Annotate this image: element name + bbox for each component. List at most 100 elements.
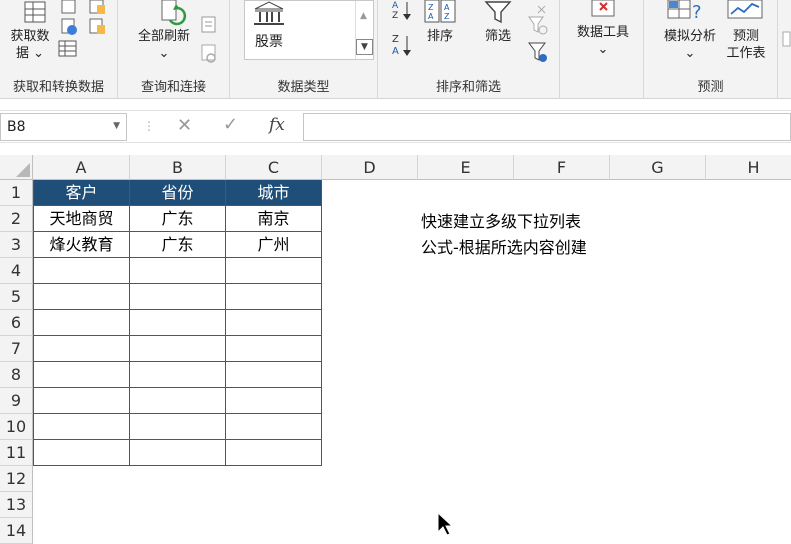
cell-c3[interactable]: 广州: [226, 232, 322, 258]
cell-c6[interactable]: [226, 310, 322, 336]
confirm-entry-icon[interactable]: ✓: [223, 114, 238, 135]
cell-a9[interactable]: [34, 388, 130, 414]
ribbon-overflow-icon[interactable]: [782, 30, 791, 50]
cell-a4[interactable]: [34, 258, 130, 284]
row-header-4[interactable]: 4: [0, 258, 33, 284]
properties-icon[interactable]: [200, 16, 218, 34]
formula-input[interactable]: [303, 113, 791, 141]
cell-c7[interactable]: [226, 336, 322, 362]
note-line-2[interactable]: 公式-根据所选内容创建: [421, 234, 587, 258]
column-header-f[interactable]: F: [514, 155, 610, 180]
data-type-gallery[interactable]: 股票 ▲ ▼: [244, 0, 374, 60]
row-header-5[interactable]: 5: [0, 284, 33, 310]
cell-a6[interactable]: [34, 310, 130, 336]
recent-sources-icon[interactable]: [88, 0, 106, 16]
row-header-12[interactable]: 12: [0, 466, 33, 492]
svg-text:A: A: [392, 1, 399, 11]
get-data-button[interactable]: 获取数 据 ⌄: [2, 28, 58, 62]
cell-b4[interactable]: [130, 258, 226, 284]
cell-b11[interactable]: [130, 440, 226, 466]
cell-a1[interactable]: 客户: [34, 180, 130, 206]
sort-button[interactable]: 排序: [420, 28, 460, 45]
from-web-icon[interactable]: [60, 18, 78, 36]
select-all-corner[interactable]: [0, 155, 33, 180]
filter-icon: [484, 0, 512, 24]
ribbon: 获取数 据 ⌄ 获取和转换数据 全部刷新 ⌄ 查询和连接 股票 ▲ ▼ 数据类型…: [0, 0, 791, 99]
filter-button[interactable]: 筛选: [478, 28, 518, 45]
refresh-all-caret: ⌄: [158, 46, 170, 61]
from-table-icon[interactable]: [58, 40, 78, 58]
cell-b7[interactable]: [130, 336, 226, 362]
cell-b3[interactable]: 广东: [130, 232, 226, 258]
row-header-8[interactable]: 8: [0, 362, 33, 388]
sort-az-icon[interactable]: AZ: [390, 0, 416, 22]
row-header-6[interactable]: 6: [0, 310, 33, 336]
existing-connections-icon[interactable]: [88, 18, 106, 36]
advanced-filter-icon[interactable]: [528, 42, 550, 64]
gallery-up-icon[interactable]: ▲: [360, 11, 367, 21]
cell-c10[interactable]: [226, 414, 322, 440]
sort-za-icon[interactable]: ZA: [390, 32, 416, 58]
edit-links-icon[interactable]: [200, 44, 218, 64]
gallery-more-icon[interactable]: ▼: [356, 39, 373, 55]
mouse-cursor-icon: [437, 511, 454, 536]
cell-a3[interactable]: 烽火教育: [34, 232, 130, 258]
formula-bar-grip-icon: ⋮: [143, 119, 155, 133]
column-header-e[interactable]: E: [418, 155, 514, 180]
data-tools-button[interactable]: 数据工具 ⌄: [568, 24, 638, 58]
column-header-b[interactable]: B: [130, 155, 226, 180]
column-header-h[interactable]: H: [706, 155, 791, 180]
cell-a5[interactable]: [34, 284, 130, 310]
name-box-dropdown-icon[interactable]: ▼: [113, 121, 120, 131]
insert-function-icon[interactable]: fx: [269, 115, 285, 135]
cell-c5[interactable]: [226, 284, 322, 310]
group-label-data-types: 数据类型: [277, 80, 330, 95]
column-header-g[interactable]: G: [610, 155, 706, 180]
cell-c2[interactable]: 南京: [226, 206, 322, 232]
cell-a11[interactable]: [34, 440, 130, 466]
cell-b5[interactable]: [130, 284, 226, 310]
cell-c8[interactable]: [226, 362, 322, 388]
cell-c1[interactable]: 城市: [226, 180, 322, 206]
row-header-7[interactable]: 7: [0, 336, 33, 362]
cell-c11[interactable]: [226, 440, 322, 466]
cell-b8[interactable]: [130, 362, 226, 388]
row-header-9[interactable]: 9: [0, 388, 33, 414]
cell-b10[interactable]: [130, 414, 226, 440]
reapply-icon[interactable]: [528, 16, 550, 36]
cell-a10[interactable]: [34, 414, 130, 440]
note-line-1[interactable]: 快速建立多级下拉列表: [421, 208, 581, 232]
column-header-c[interactable]: C: [226, 155, 322, 180]
sort-icon: ZAAZ: [424, 0, 456, 24]
cell-a7[interactable]: [34, 336, 130, 362]
cell-b6[interactable]: [130, 310, 226, 336]
name-box[interactable]: B8 ▼: [0, 113, 127, 141]
gallery-scroll[interactable]: ▲ ▼: [355, 1, 373, 59]
cancel-entry-icon[interactable]: ✕: [177, 115, 192, 136]
cell-b9[interactable]: [130, 388, 226, 414]
refresh-all-button[interactable]: 全部刷新 ⌄: [124, 28, 204, 62]
row-header-10[interactable]: 10: [0, 414, 33, 440]
svg-text:Z: Z: [428, 3, 434, 12]
column-header-a[interactable]: A: [33, 155, 130, 180]
clear-filter-icon[interactable]: [528, 0, 550, 14]
row-header-11[interactable]: 11: [0, 440, 33, 466]
column-header-d[interactable]: D: [322, 155, 418, 180]
row-header-2[interactable]: 2: [0, 206, 33, 232]
cell-c9[interactable]: [226, 388, 322, 414]
cell-b1[interactable]: 省份: [130, 180, 226, 206]
forecast-sheet-button[interactable]: 预测 工作表: [720, 28, 772, 62]
row-header-3[interactable]: 3: [0, 232, 33, 258]
row-header-1[interactable]: 1: [0, 180, 33, 206]
from-text-icon[interactable]: [60, 0, 78, 16]
row-header-14[interactable]: 14: [0, 518, 33, 544]
cell-b2[interactable]: 广东: [130, 206, 226, 232]
cell-a2[interactable]: 天地商贸: [34, 206, 130, 232]
data-tools-icon: [590, 0, 618, 20]
data-tools-caret: ⌄: [597, 42, 609, 57]
group-label-get-transform: 获取和转换数据: [12, 80, 104, 95]
row-header-13[interactable]: 13: [0, 492, 33, 518]
what-if-button[interactable]: 模拟分析 ⌄: [650, 28, 730, 62]
cell-c4[interactable]: [226, 258, 322, 284]
cell-a8[interactable]: [34, 362, 130, 388]
